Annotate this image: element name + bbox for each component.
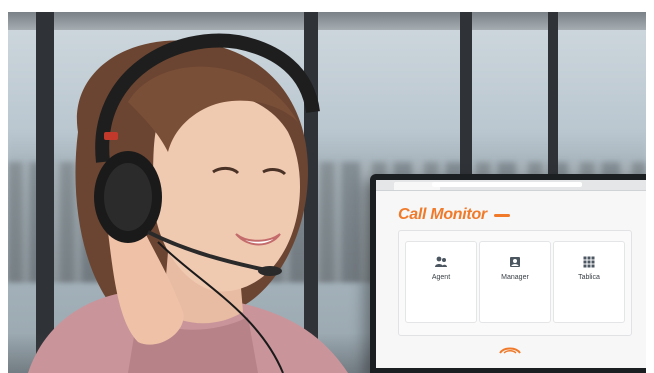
monitor: Call Monitor Agent Manager Tablica xyxy=(370,174,646,373)
woman-with-headset xyxy=(28,33,348,373)
browser-toolbar xyxy=(376,180,646,191)
card-manager-label: Manager xyxy=(501,274,529,281)
card-agent-label: Agent xyxy=(431,274,451,281)
photo-scene: Call Monitor Agent Manager Tablica xyxy=(8,12,646,373)
card-manager[interactable]: Manager xyxy=(479,241,551,323)
card-agent-subtitle xyxy=(406,283,476,287)
card-agent[interactable]: Agent xyxy=(405,241,477,323)
logo-accent xyxy=(494,214,510,217)
call-monitor-logo: Call Monitor xyxy=(398,206,487,223)
card-manager-subtitle xyxy=(480,283,550,287)
person-badge-icon xyxy=(480,256,550,268)
grid-icon xyxy=(554,256,624,268)
card-tablica[interactable]: Tablica xyxy=(553,241,625,323)
company-logo-icon xyxy=(499,347,521,354)
module-panel: Agent Manager Tablica xyxy=(398,230,632,336)
users-icon xyxy=(406,256,476,268)
browser-address-bar xyxy=(432,182,582,187)
card-tablica-label: Tablica xyxy=(578,274,600,281)
card-tablica-subtitle xyxy=(554,283,624,287)
monitor-screen: Call Monitor Agent Manager Tablica xyxy=(376,180,646,368)
